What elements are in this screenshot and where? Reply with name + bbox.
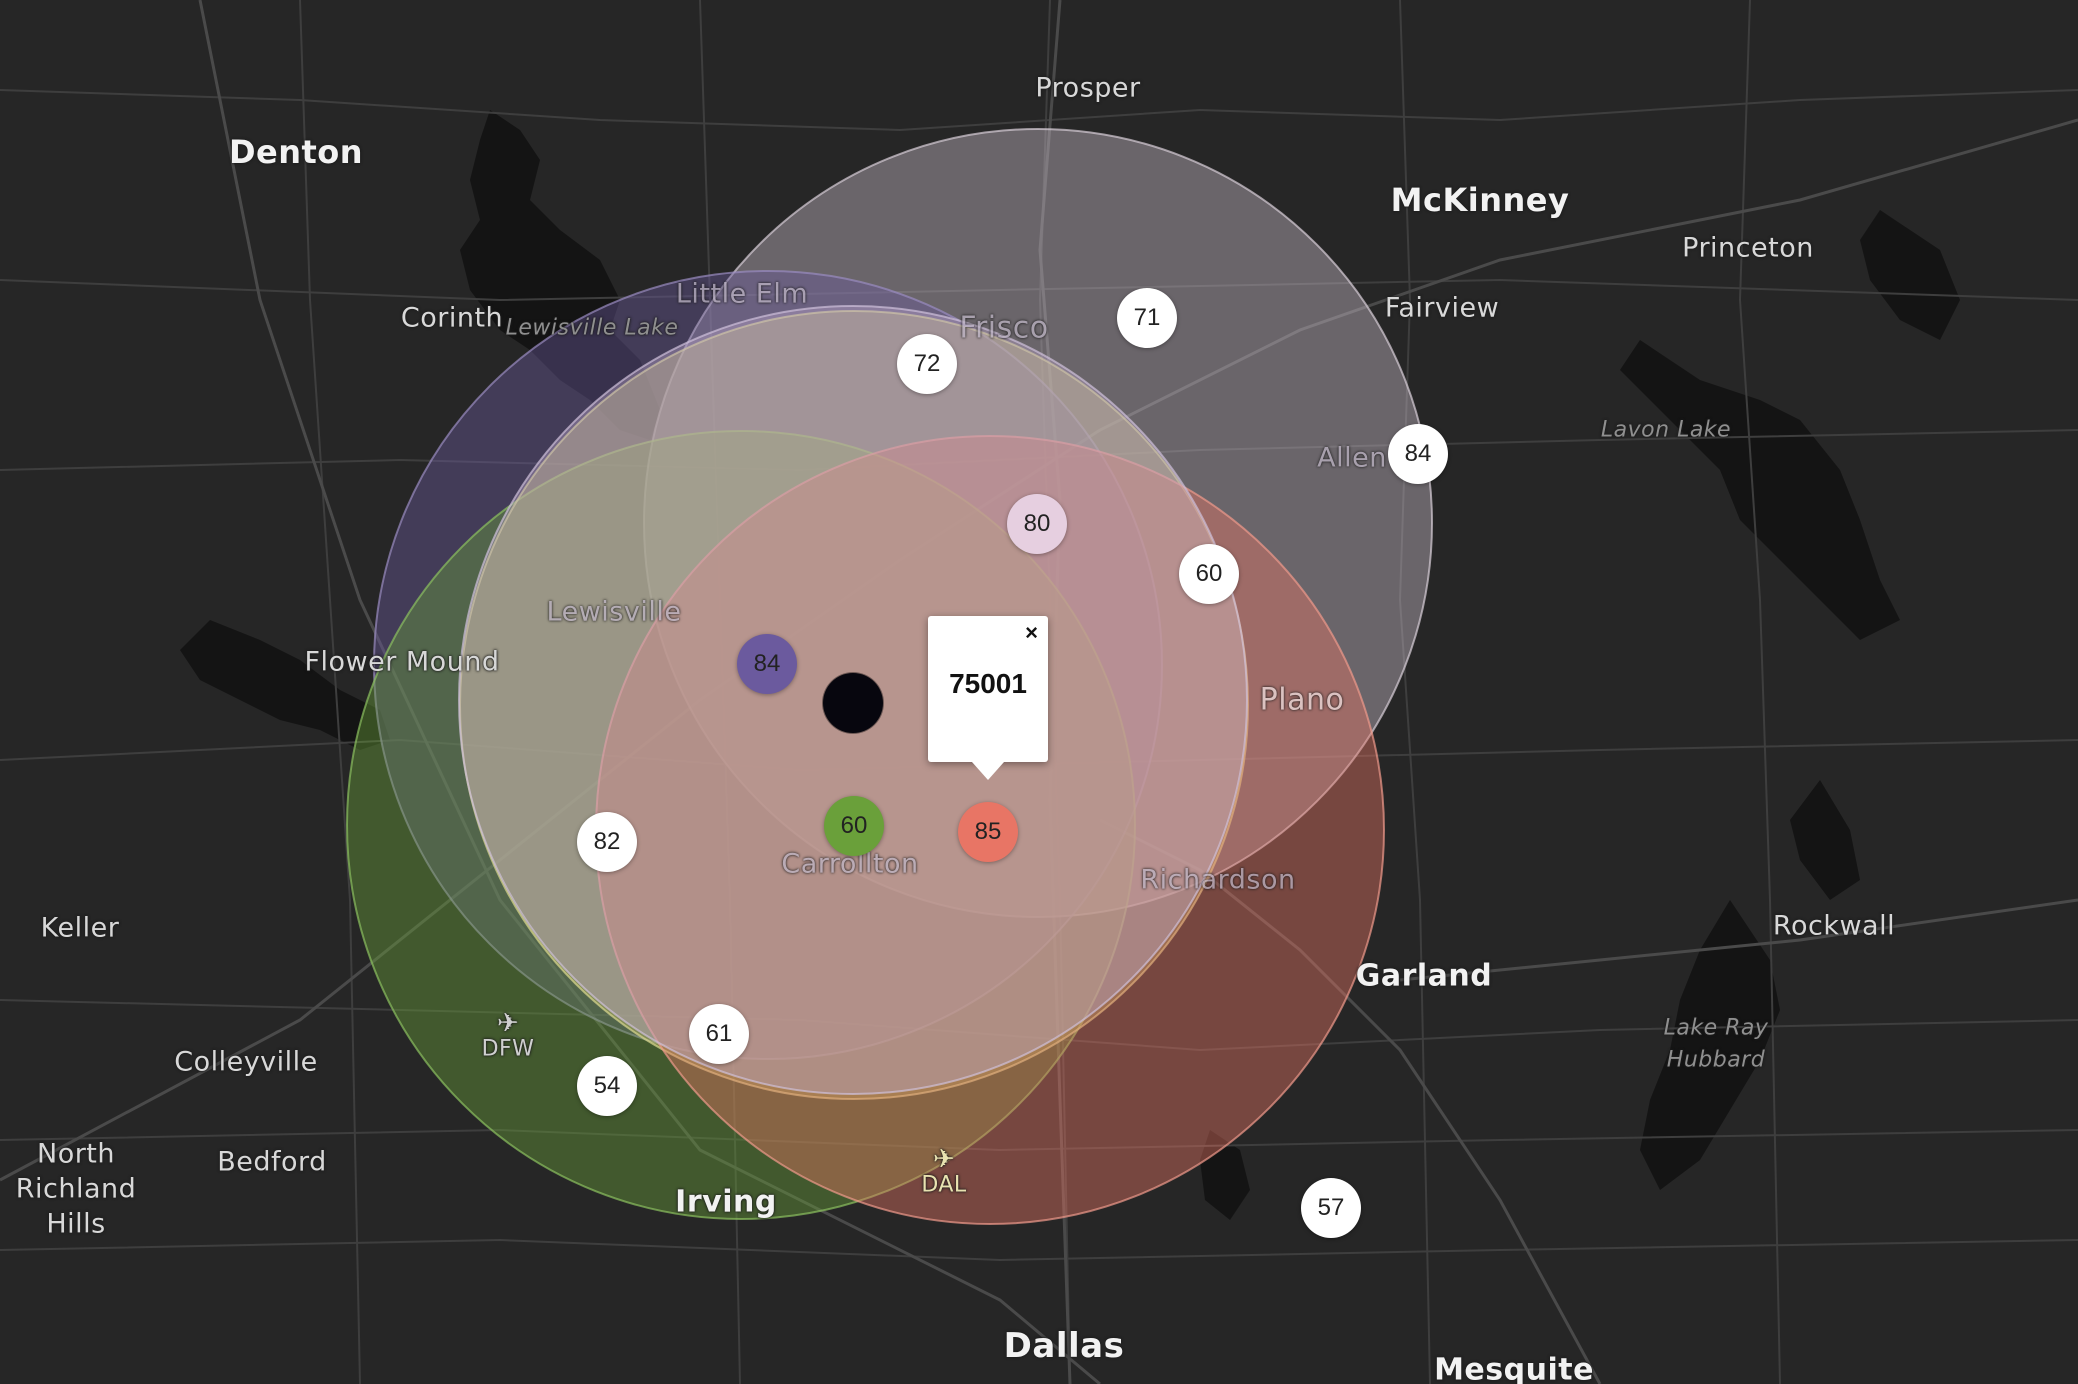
label-flower-mound: Flower Mound [304,646,500,678]
label-lake-ray-hubbard-line2: Hubbard [1666,1047,1766,1073]
label-mckinney: McKinney [1390,181,1570,219]
center-point-marker[interactable] [823,673,883,733]
label-irving: Irving [675,1184,777,1220]
marker-61[interactable]: 61 [689,1004,749,1064]
map-canvas[interactable]: Denton Prosper McKinney Princeton Corint… [0,0,2078,1384]
label-lewisville: Lewisville [546,596,682,628]
label-mesquite: Mesquite [1434,1352,1594,1384]
label-denton: Denton [228,133,364,171]
label-fairview: Fairview [1384,292,1500,324]
label-garland: Garland [1355,958,1493,994]
marker-71[interactable]: 71 [1117,288,1177,348]
marker-84-allen[interactable]: 84 [1388,424,1448,484]
popup-title: 75001 [949,668,1027,699]
airport-dal: ✈ DAL [921,1147,966,1198]
label-richardson: Richardson [1140,864,1296,896]
label-allen: Allen [1317,442,1387,474]
label-rockwall: Rockwall [1772,910,1896,942]
label-colleyville: Colleyville [174,1046,318,1078]
label-bedford: Bedford [217,1146,327,1178]
marker-82[interactable]: 82 [577,812,637,872]
label-keller: Keller [40,912,120,944]
label-plano: Plano [1259,682,1345,718]
popup-close-button[interactable]: × [1025,620,1038,646]
label-north-richland-hills-line2: Richland [15,1173,137,1205]
label-frisco: Frisco [959,310,1049,346]
airport-code-dal: DAL [921,1172,967,1198]
label-lavon-lake: Lavon Lake [1600,417,1732,443]
airport-dfw: ✈ DFW [482,1011,535,1062]
zip-popup: × 75001 [928,616,1048,780]
airport-code-dfw: DFW [481,1036,535,1062]
marker-72[interactable]: 72 [897,334,957,394]
marker-60-plano[interactable]: 60 [1179,544,1239,604]
marker-57[interactable]: 57 [1301,1178,1361,1238]
airplane-icon: ✈ [932,1144,956,1175]
label-prosper: Prosper [1035,72,1141,104]
marker-54[interactable]: 54 [577,1056,637,1116]
label-lake-ray-hubbard-line1: Lake Ray [1663,1015,1769,1041]
marker-60-green[interactable]: 60 [824,796,884,856]
label-corinth: Corinth [400,302,504,334]
label-north-richland-hills-line1: North [36,1138,116,1170]
marker-84-purple[interactable]: 84 [737,634,797,694]
marker-80[interactable]: 80 [1007,494,1067,554]
label-princeton: Princeton [1682,232,1814,264]
label-dallas: Dallas [1003,1326,1125,1366]
airplane-icon: ✈ [496,1008,520,1039]
label-little-elm: Little Elm [675,278,809,310]
label-north-richland-hills-line3: Hills [46,1208,106,1240]
marker-85-red[interactable]: 85 [958,802,1018,862]
label-lewisville-lake: Lewisville Lake [505,315,679,341]
